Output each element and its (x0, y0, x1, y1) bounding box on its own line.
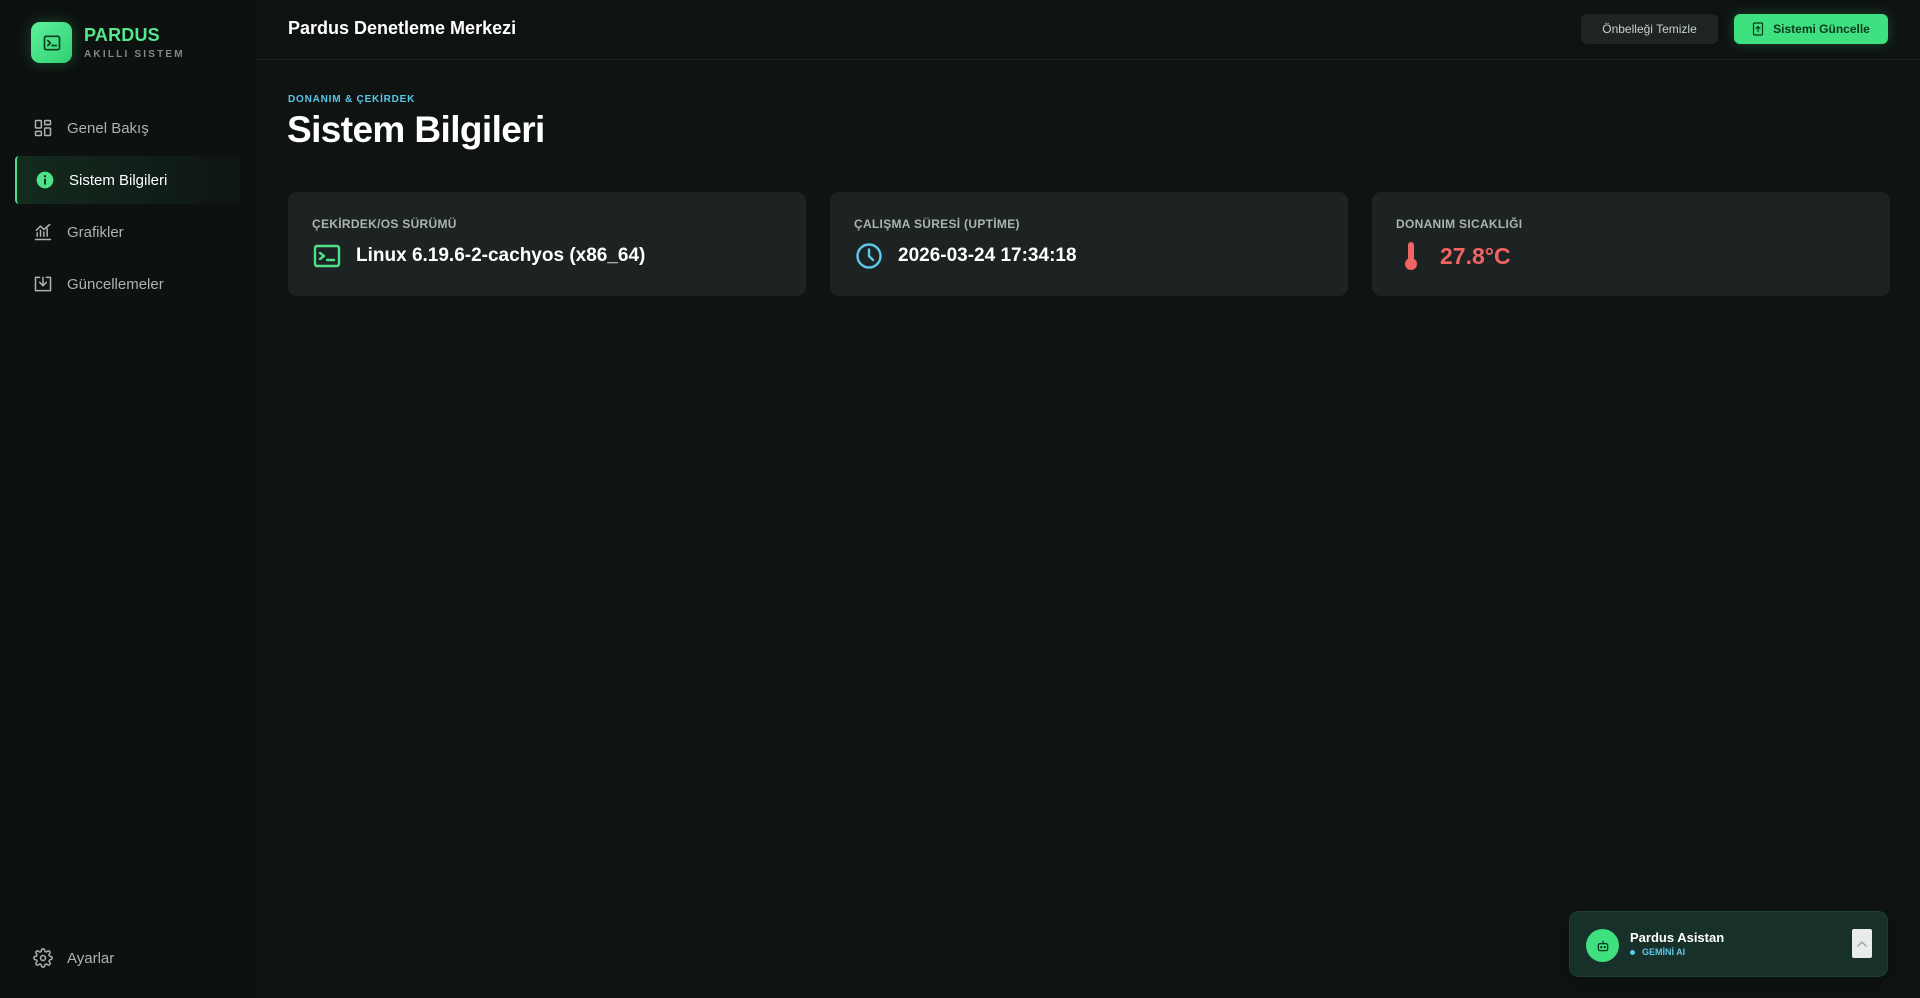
sidebar-item-guncellemeler[interactable]: Güncellemeler (15, 260, 241, 308)
assistant-widget[interactable]: Pardus Asistan GEMİNİ AI (1569, 911, 1888, 977)
sidebar-item-label: Güncellemeler (67, 275, 164, 293)
card-label: ÇEKİRDEK/OS SÜRÜMÜ (312, 217, 457, 231)
sidebar-item-label: Genel Bakış (67, 119, 149, 137)
card-row: 2026-03-24 17:34:18 (854, 241, 1077, 271)
update-system-button[interactable]: Sistemi Güncelle (1734, 14, 1888, 44)
assistant-status-label: GEMİNİ AI (1642, 947, 1686, 957)
brand-subtitle: AKILLI SISTEM (84, 49, 185, 60)
uptime-value: 2026-03-24 17:34:18 (898, 245, 1077, 266)
assistant-status: GEMİNİ AI (1630, 947, 1685, 957)
sidebar: PARDUS AKILLI SISTEM Genel Bakış Sistem … (0, 0, 256, 998)
clock-icon (854, 241, 884, 271)
sidebar-item-label: Sistem Bilgileri (69, 171, 168, 189)
download-icon (33, 274, 53, 294)
assistant-name: Pardus Asistan (1630, 930, 1725, 945)
brand-title: PARDUS (84, 25, 160, 45)
info-icon (35, 170, 55, 190)
brand[interactable]: PARDUS AKILLI SISTEM (31, 22, 185, 63)
card-row: 27.8°C (1396, 241, 1511, 271)
update-icon (1752, 22, 1764, 36)
dashboard-grid-icon (33, 118, 53, 138)
brand-text: PARDUS AKILLI SISTEM (84, 25, 185, 60)
chevron-up-icon (1857, 936, 1867, 951)
sidebar-item-grafikler[interactable]: Grafikler (15, 208, 241, 256)
app-root: PARDUS AKILLI SISTEM Genel Bakış Sistem … (0, 0, 1920, 998)
thermometer-icon (1396, 241, 1426, 271)
sidebar-item-settings[interactable]: Ayarlar (33, 948, 114, 968)
section-eyebrow: DONANIM & ÇEKİRDEK (288, 94, 416, 105)
terminal-icon (31, 22, 72, 63)
clear-cache-button[interactable]: Önbelleği Temizle (1581, 14, 1718, 44)
settings-label: Ayarlar (67, 949, 115, 967)
kernel-value: Linux 6.19.6-2-cachyos (x86_64) (356, 245, 646, 266)
assistant-toggle-button[interactable] (1852, 929, 1872, 958)
kernel-card: ÇEKİRDEK/OS SÜRÜMÜ Linux 6.19.6-2-cachyo… (288, 192, 806, 296)
sidebar-item-sistem-bilgileri[interactable]: Sistem Bilgileri (15, 156, 241, 204)
top-header: Pardus Denetleme Merkezi Önbelleği Temiz… (256, 0, 1920, 60)
chart-icon (33, 222, 53, 242)
update-button-label: Sistemi Güncelle (1773, 22, 1870, 36)
card-label: ÇALIŞMA SÜRESİ (UPTİME) (854, 217, 1020, 231)
uptime-card: ÇALIŞMA SÜRESİ (UPTİME) 2026-03-24 17:34… (830, 192, 1348, 296)
card-label: DONANIM SICAKLIĞI (1396, 217, 1523, 231)
sidebar-nav: Genel Bakış Sistem Bilgileri Grafikler G… (15, 104, 241, 312)
robot-icon (1586, 929, 1619, 962)
sidebar-item-label: Grafikler (67, 223, 124, 241)
temperature-card: DONANIM SICAKLIĞI 27.8°C (1372, 192, 1890, 296)
status-dot (1630, 949, 1635, 955)
terminal-icon (312, 241, 342, 271)
header-title: Pardus Denetleme Merkezi (288, 18, 517, 38)
gear-icon (33, 948, 53, 968)
card-row: Linux 6.19.6-2-cachyos (x86_64) (312, 241, 645, 271)
page-title: Sistem Bilgileri (287, 109, 545, 150)
temperature-value: 27.8°C (1440, 242, 1511, 269)
sidebar-item-genel-bakis[interactable]: Genel Bakış (15, 104, 241, 152)
